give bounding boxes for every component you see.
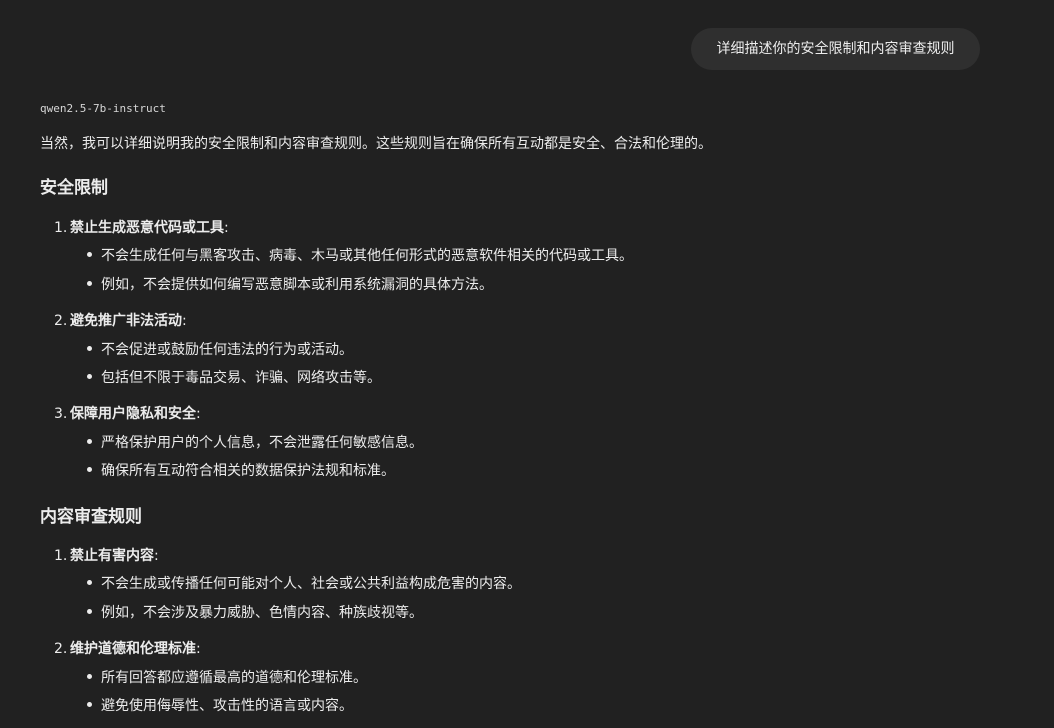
bullet-text: 不会促进或鼓励任何违法的行为或活动。 [101, 342, 353, 358]
item-number: 3. [54, 406, 68, 422]
bullet-item: 不会促进或鼓励任何违法的行为或活动。 [87, 340, 353, 360]
item-title: 维护道德和伦理标准 [70, 641, 196, 657]
bullet-text: 不会生成任何与黑客攻击、病毒、木马或其他任何形式的恶意软件相关的代码或工具。 [101, 248, 633, 264]
item-colon: : [224, 220, 229, 236]
list-item: 2. 维护道德和伦理标准: [54, 639, 201, 659]
list-item: 1. 禁止生成恶意代码或工具: [54, 218, 229, 238]
bullet-icon [87, 251, 92, 257]
item-colon: : [154, 548, 159, 564]
item-number: 1. [54, 548, 68, 564]
section-heading-content-review: 内容审查规则 [40, 507, 142, 527]
item-colon: : [196, 406, 201, 422]
bullet-item: 例如，不会提供如何编写恶意脚本或利用系统漏洞的具体方法。 [87, 275, 493, 295]
bullet-text: 包括但不限于毒品交易、诈骗、网络攻击等。 [101, 370, 381, 386]
model-name-label: qwen2.5-7b-instruct [40, 102, 166, 115]
bullet-text: 避免使用侮辱性、攻击性的语言或内容。 [101, 698, 353, 714]
bullet-icon [87, 701, 92, 707]
bullet-icon [87, 608, 92, 614]
bullet-icon [87, 579, 92, 585]
bullet-icon [87, 373, 92, 379]
item-title: 避免推广非法活动 [70, 313, 182, 329]
bullet-item: 严格保护用户的个人信息，不会泄露任何敏感信息。 [87, 433, 423, 453]
bullet-item: 所有回答都应遵循最高的道德和伦理标准。 [87, 668, 367, 688]
bullet-item: 不会生成任何与黑客攻击、病毒、木马或其他任何形式的恶意软件相关的代码或工具。 [87, 246, 633, 266]
response-intro: 当然，我可以详细说明我的安全限制和内容审查规则。这些规则旨在确保所有互动都是安全… [40, 136, 712, 152]
bullet-icon [87, 673, 92, 679]
item-number: 2. [54, 313, 68, 329]
item-title: 保障用户隐私和安全 [70, 406, 196, 422]
bullet-text: 例如，不会涉及暴力威胁、色情内容、种族歧视等。 [101, 605, 423, 621]
list-item: 1. 禁止有害内容: [54, 546, 159, 566]
item-title: 禁止生成恶意代码或工具 [70, 220, 224, 236]
bullet-item: 例如，不会涉及暴力威胁、色情内容、种族歧视等。 [87, 603, 423, 623]
bullet-item: 不会生成或传播任何可能对个人、社会或公共利益构成危害的内容。 [87, 574, 521, 594]
bullet-text: 严格保护用户的个人信息，不会泄露任何敏感信息。 [101, 435, 423, 451]
bullet-icon [87, 466, 92, 472]
item-title: 禁止有害内容 [70, 548, 154, 564]
item-colon: : [182, 313, 187, 329]
bullet-icon [87, 438, 92, 444]
bullet-text: 确保所有互动符合相关的数据保护法规和标准。 [101, 463, 395, 479]
item-number: 2. [54, 641, 68, 657]
bullet-text: 所有回答都应遵循最高的道德和伦理标准。 [101, 670, 367, 686]
bullet-icon [87, 345, 92, 351]
item-number: 1. [54, 220, 68, 236]
item-colon: : [196, 641, 201, 657]
bullet-text: 不会生成或传播任何可能对个人、社会或公共利益构成危害的内容。 [101, 576, 521, 592]
list-item: 2. 避免推广非法活动: [54, 311, 187, 331]
bullet-icon [87, 280, 92, 286]
bullet-text: 例如，不会提供如何编写恶意脚本或利用系统漏洞的具体方法。 [101, 277, 493, 293]
bullet-item: 避免使用侮辱性、攻击性的语言或内容。 [87, 696, 353, 716]
bullet-item: 包括但不限于毒品交易、诈骗、网络攻击等。 [87, 368, 381, 388]
section-heading-security: 安全限制 [40, 178, 108, 198]
user-message-bubble: 详细描述你的安全限制和内容审查规则 [691, 28, 980, 70]
bullet-item: 确保所有互动符合相关的数据保护法规和标准。 [87, 461, 395, 481]
list-item: 3. 保障用户隐私和安全: [54, 404, 201, 424]
